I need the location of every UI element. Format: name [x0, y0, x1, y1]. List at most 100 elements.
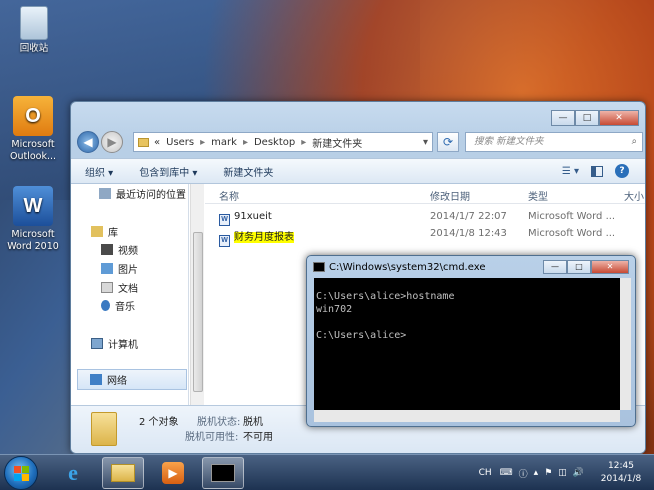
breadcrumb-users[interactable]: Users [166, 137, 194, 148]
offline-status-value: 脱机 [243, 417, 263, 428]
desktop-icon-outlook[interactable]: O Microsoft Outlook... [1, 96, 65, 163]
item-count: 2 个对象 [139, 417, 179, 428]
help-icon[interactable]: ⓘ [519, 467, 528, 480]
outlook-icon: O [13, 96, 53, 136]
cmd-window-controls: — □ ✕ [543, 260, 629, 274]
refresh-button[interactable]: ⟳ [437, 132, 459, 152]
volume-icon[interactable]: 🔊 [573, 468, 584, 478]
computer-icon [91, 338, 103, 349]
sidebar-item-libraries[interactable]: 库 [91, 224, 118, 239]
network-icon[interactable]: ◫ [558, 468, 567, 478]
clock[interactable]: 12:45 2014/1/8 [592, 460, 650, 486]
sidebar-scrollbar[interactable] [190, 184, 204, 405]
sidebar-item-label: 图片 [118, 265, 138, 276]
offline-availability-value: 不可用 [243, 432, 273, 443]
console-horizontal-scrollbar[interactable] [314, 410, 620, 422]
start-button[interactable] [4, 456, 38, 490]
address-dropdown-icon[interactable]: ▾ [423, 137, 428, 148]
file-type: Microsoft Word ... [528, 211, 616, 222]
console-output[interactable]: C:\Users\alice>hostname win702 C:\Users\… [314, 278, 620, 422]
music-icon [101, 300, 110, 311]
taskbar-ie[interactable]: e [52, 457, 94, 489]
breadcrumb-new-folder[interactable]: 新建文件夹 [312, 135, 362, 150]
cmd-icon [313, 262, 325, 272]
new-folder-button[interactable]: 新建文件夹 [209, 164, 285, 179]
desktop-icon-label: Microsoft Word 2010 [7, 229, 59, 252]
close-button[interactable]: ✕ [591, 260, 629, 274]
desktop-icon-label: Microsoft Outlook... [9, 139, 57, 162]
sidebar-item-pictures[interactable]: 图片 [101, 261, 138, 276]
sidebar-item-label: 库 [108, 228, 118, 239]
breadcrumb-sep[interactable]: ▸ [301, 137, 306, 148]
desktop-icon-recycle-bin[interactable]: 回收站 [2, 6, 66, 55]
chevron-up-icon[interactable]: ▴ [534, 468, 539, 478]
maximize-button[interactable]: □ [567, 260, 591, 274]
desktop-icon-word[interactable]: W Microsoft Word 2010 [1, 186, 65, 253]
forward-button[interactable]: ▶ [101, 131, 123, 153]
sidebar-item-music[interactable]: 音乐 [101, 298, 135, 313]
preview-pane-icon[interactable] [591, 165, 603, 177]
desktop-icon-label: 回收站 [19, 43, 49, 54]
address-bar[interactable]: « Users ▸ mark ▸ Desktop ▸ 新建文件夹 ▾ [133, 132, 433, 152]
file-modified: 2014/1/7 22:07 [430, 211, 507, 222]
network-icon [90, 374, 102, 385]
navigation-pane: 最近访问的位置 库 视频 图片 文档 音乐 计算机 网络 [71, 184, 189, 405]
minimize-button[interactable]: — [551, 110, 575, 126]
taskbar-explorer[interactable] [102, 457, 144, 489]
breadcrumb-mark[interactable]: mark [211, 137, 237, 148]
view-options-icon[interactable]: ☰ ▾ [562, 166, 579, 177]
recent-places-icon [99, 188, 111, 199]
word-document-icon: W [219, 214, 230, 226]
windows-logo-icon [14, 466, 29, 481]
column-type[interactable]: 类型 [528, 188, 548, 203]
libraries-icon [91, 226, 103, 237]
command-bar: 组织 ▾ 包含到库中 ▾ 新建文件夹 ☰ ▾ ? [71, 158, 645, 184]
sidebar-item-label: 计算机 [108, 340, 138, 351]
file-name: 财务月度报表 [234, 232, 294, 243]
offline-availability-label: 脱机可用性: [185, 432, 239, 443]
back-button[interactable]: ◀ [77, 131, 99, 153]
console-vertical-scrollbar[interactable] [620, 278, 631, 410]
sidebar-item-documents[interactable]: 文档 [101, 280, 138, 295]
documents-icon [101, 282, 113, 293]
breadcrumb-overflow[interactable]: « [154, 137, 160, 148]
search-input[interactable]: 搜索 新建文件夹 ⌕ [465, 132, 643, 152]
system-tray: CH ⌨ ⓘ ▴ ⚑ ◫ 🔊 12:45 2014/1/8 [479, 455, 650, 490]
taskbar: e ▶ CH ⌨ ⓘ ▴ ⚑ ◫ 🔊 12:45 2014/1/8 [0, 454, 654, 490]
minimize-button[interactable]: — [543, 260, 567, 274]
breadcrumb-sep[interactable]: ▸ [243, 137, 248, 148]
help-icon[interactable]: ? [615, 164, 629, 178]
sidebar-item-videos[interactable]: 视频 [101, 242, 138, 257]
column-modified[interactable]: 修改日期 [430, 188, 470, 203]
sidebar-item-label: 网络 [107, 376, 127, 387]
language-indicator[interactable]: CH [479, 468, 492, 478]
action-center-icon[interactable]: ⚑ [544, 468, 552, 478]
file-row[interactable]: W 91xueit 2014/1/7 22:07 Microsoft Word .… [219, 211, 615, 226]
taskbar-media-player[interactable]: ▶ [152, 457, 194, 489]
keyboard-icon[interactable]: ⌨ [500, 468, 513, 478]
internet-explorer-icon: e [68, 460, 78, 485]
file-type: Microsoft Word ... [528, 228, 616, 239]
window-controls: — □ ✕ [551, 110, 639, 126]
media-player-icon: ▶ [162, 462, 184, 484]
video-icon [101, 244, 113, 255]
breadcrumb-sep[interactable]: ▸ [200, 137, 205, 148]
column-size[interactable]: 大小 [624, 188, 644, 203]
sidebar-item-label: 最近访问的位置 [116, 190, 186, 201]
scrollbar-thumb[interactable] [193, 232, 203, 392]
sidebar-item-network[interactable]: 网络 [77, 369, 187, 390]
folder-icon [91, 412, 117, 446]
word-document-icon: W [219, 235, 230, 247]
organize-menu[interactable]: 组织 ▾ [71, 164, 125, 179]
include-in-library-menu[interactable]: 包含到库中 ▾ [125, 164, 209, 179]
sidebar-item-computer[interactable]: 计算机 [91, 336, 138, 351]
file-row[interactable]: W 财务月度报表 2014/1/8 12:43 Microsoft Word ..… [219, 228, 615, 247]
taskbar-cmd[interactable] [202, 457, 244, 489]
breadcrumb-desktop[interactable]: Desktop [254, 137, 295, 148]
sidebar-item-label: 视频 [118, 246, 138, 257]
column-name[interactable]: 名称 [219, 188, 239, 203]
maximize-button[interactable]: □ [575, 110, 599, 126]
close-button[interactable]: ✕ [599, 110, 639, 126]
search-placeholder: 搜索 新建文件夹 [474, 136, 544, 147]
sidebar-item-recent[interactable]: 最近访问的位置 [99, 186, 186, 201]
